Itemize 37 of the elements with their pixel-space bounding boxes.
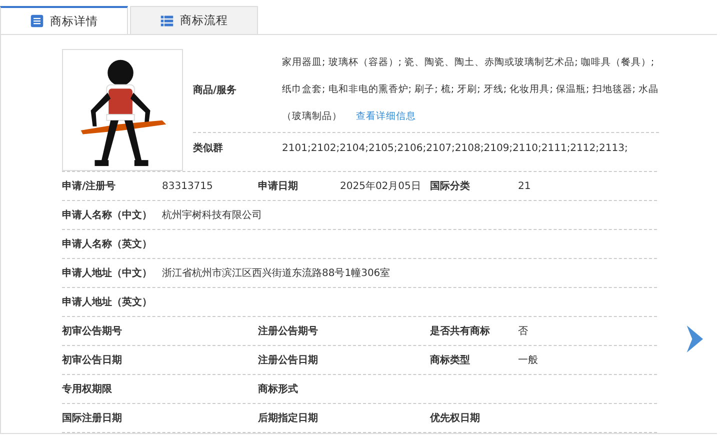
field-label: 优先权日期 xyxy=(430,412,481,425)
field-label: 申请日期 xyxy=(258,180,299,193)
field-label: 初审公告期号 xyxy=(62,324,123,338)
field-label: 商标形式 xyxy=(258,382,299,396)
field-label: 申请人名称（英文） xyxy=(62,238,153,251)
field-value: 浙江省杭州市滨江区西兴街道东流路88号1幢306室 xyxy=(162,268,390,279)
field-label: 申请/注册号 xyxy=(62,179,117,193)
field-label: 申请人名称（中文） xyxy=(62,208,153,222)
field-value: 21 xyxy=(518,180,531,192)
field-value: 否 xyxy=(518,326,528,337)
field-label: 专用权期限 xyxy=(62,382,113,396)
field-label: 申请人地址（英文） xyxy=(62,296,153,309)
field-label: 国际注册日期 xyxy=(62,411,123,425)
field-value: 杭州宇树科技有限公司 xyxy=(162,210,262,221)
goods-text: （玻璃制品） xyxy=(282,110,342,123)
field-label: 申请人地址（中文） xyxy=(62,266,153,280)
field-label: 注册公告日期 xyxy=(258,353,319,367)
list-icon xyxy=(160,14,174,28)
field-label: 商品/服务 xyxy=(193,83,238,96)
field-value: 83313715 xyxy=(162,180,213,192)
field-value: 2101;2102;2104;2105;2106;2107;2108;2109;2110;2111;2112;2113; xyxy=(282,142,628,154)
field-label: 注册公告期号 xyxy=(258,324,319,338)
field-label: 是否共有商标 xyxy=(430,324,491,338)
goods-text: 家用器皿; 玻璃杯（容器）; 瓷、陶瓷、陶土、赤陶或玻璃制艺术品; 咖啡具（餐具）; xyxy=(282,56,654,69)
details-link[interactable]: 查看详细信息 xyxy=(356,110,416,123)
goods-text: 纸巾盒套; 电和非电的熏香炉; 刷子; 梳; 牙刷; 牙线; 化妆用具; 保温瓶; 扫地毯器; 水晶 xyxy=(282,83,659,96)
field-label: 初审公告日期 xyxy=(62,353,123,367)
field-label: 类似群 xyxy=(193,142,224,155)
field-label: 商标类型 xyxy=(430,353,471,367)
tab[interactable]: 商标详情 xyxy=(0,6,128,34)
tab[interactable]: 商标流程 xyxy=(130,6,258,34)
field-label: 国际分类 xyxy=(430,180,471,193)
field-label: 后期指定日期 xyxy=(258,411,319,425)
chevron-right-icon[interactable] xyxy=(685,325,703,353)
field-value: 一般 xyxy=(518,355,538,366)
list-icon xyxy=(30,14,44,28)
field-value: 2025年02月05日 xyxy=(340,181,421,192)
